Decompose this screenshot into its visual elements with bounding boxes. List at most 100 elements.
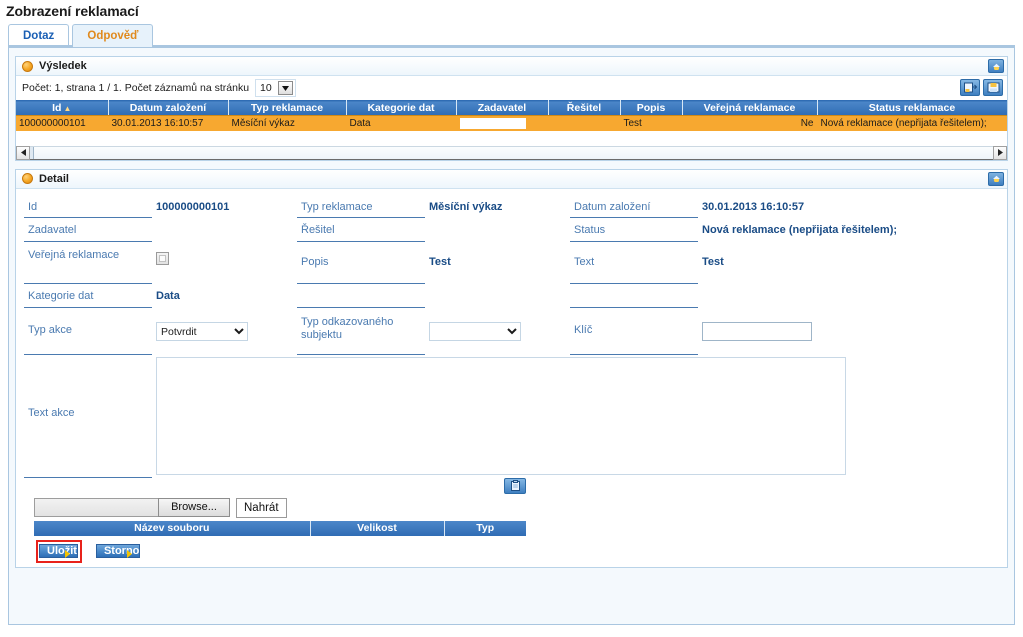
page-size-selector[interactable]: 10	[255, 79, 296, 97]
cell-datum-zalozeni: 30.01.2013 16:10:57	[108, 115, 229, 131]
col-header-datum-zalozeni[interactable]: Datum založení	[108, 100, 229, 116]
file-col-typ[interactable]: Typ	[444, 520, 526, 536]
spacer-label-a	[297, 284, 425, 309]
cancel-button[interactable]: Storno	[95, 543, 141, 558]
detail-row-text-akce: Text akce	[24, 355, 999, 478]
result-count-info: Počet: 1, strana 1 / 1. Počet záznamů na…	[22, 82, 250, 94]
value-status: Nová reklamace (nepřijata řešitelem);	[702, 224, 898, 237]
save-button-highlight: Uložit	[36, 539, 82, 563]
panel-bullet-icon	[22, 173, 33, 184]
scroll-thumb[interactable]	[30, 146, 34, 159]
chevron-down-icon[interactable]	[277, 81, 293, 95]
result-grid-filler	[16, 130, 1007, 145]
export-xml-icon[interactable]	[960, 79, 980, 96]
tab-bar: Dotaz Odpověď	[0, 24, 1023, 47]
col-label-id: Id	[52, 102, 62, 114]
content-frame: Výsledek Počet: 1, strana 1 / 1. Počet z…	[8, 47, 1015, 625]
file-col-velikost[interactable]: Velikost	[310, 520, 445, 536]
value-popis: Test	[429, 255, 451, 268]
value-verejna-reklamace	[152, 242, 297, 285]
collapse-up-icon	[992, 63, 1000, 70]
collapse-up-icon	[992, 175, 1000, 182]
value-zadavatel	[152, 218, 297, 242]
label-popis: Popis	[297, 242, 425, 285]
scroll-track[interactable]	[30, 145, 993, 160]
label-typ-akce: Typ akce	[24, 308, 152, 355]
label-text-akce: Text akce	[24, 355, 152, 478]
cell-zadavatel	[456, 115, 549, 131]
cancel-button-label: Storno	[103, 544, 140, 557]
value-klic	[698, 308, 999, 355]
result-export-buttons	[960, 79, 1003, 96]
page-title: Zobrazení reklamací	[6, 3, 139, 19]
file-table-header-row: Název souboru Velikost Typ	[34, 520, 526, 536]
upload-button[interactable]: Nahrát	[236, 497, 287, 518]
save-button[interactable]: Uložit	[39, 543, 78, 558]
detail-row-5: Typ akce Potvrdit Typ odkazovaného subje…	[24, 308, 999, 355]
verejna-reklamace-checkbox[interactable]	[156, 251, 169, 265]
col-header-typ-reklamace[interactable]: Typ reklamace	[228, 100, 347, 116]
result-grid-header-row: Id ▲ Datum založení Typ reklamace Kategor…	[16, 100, 1007, 116]
label-klic: Klíč	[570, 308, 698, 355]
export-save-icon[interactable]	[983, 79, 1003, 96]
value-typ-akce: Potvrdit	[152, 308, 297, 355]
detail-panel-header: Detail	[16, 169, 1007, 189]
detail-panel-title: Detail	[39, 172, 69, 185]
klic-input[interactable]	[702, 322, 812, 342]
tab-dotaz[interactable]: Dotaz	[8, 24, 70, 47]
cell-typ-reklamace: Měsíční výkaz	[228, 115, 347, 131]
label-typ-reklamace: Typ reklamace	[297, 195, 425, 219]
col-header-verejna-reklamace[interactable]: Veřejná reklamace	[682, 100, 818, 116]
typ-akce-select[interactable]: Potvrdit	[156, 322, 248, 342]
value-text-akce	[152, 355, 846, 478]
col-header-popis[interactable]: Popis	[620, 100, 683, 116]
label-kategorie-dat: Kategorie dat	[24, 284, 152, 309]
typ-odkazovaneho-subjektu-select[interactable]	[429, 322, 521, 342]
detail-form: Id 100000000101 Typ reklamace Měsíční vý…	[16, 188, 1007, 567]
col-header-status-reklamace[interactable]: Status reklamace	[817, 100, 1007, 116]
clipboard-paste-icon[interactable]	[504, 477, 526, 494]
file-path-field[interactable]	[34, 498, 158, 518]
save-button-label: Uložit	[47, 544, 77, 557]
sort-asc-icon: ▲	[63, 104, 72, 113]
result-panel: Výsledek Počet: 1, strana 1 / 1. Počet z…	[15, 56, 1008, 161]
col-header-kategorie-dat[interactable]: Kategorie dat	[346, 100, 457, 116]
col-header-id[interactable]: Id ▲	[16, 100, 109, 116]
scroll-left-icon[interactable]	[16, 145, 30, 160]
label-status: Status	[570, 218, 698, 242]
label-typ-odkazovaneho-subjektu: Typ odkazovaného subjektu	[297, 308, 425, 355]
table-row[interactable]: 100000000101 30.01.2013 16:10:57 Měsíční…	[16, 115, 1007, 131]
result-grid: Id ▲ Datum založení Typ reklamace Kategor…	[16, 100, 1007, 131]
spacer-value-a	[425, 284, 570, 308]
col-header-zadavatel[interactable]: Zadavatel	[456, 100, 549, 116]
detail-collapse-button[interactable]	[988, 171, 1004, 186]
action-buttons: Uložit Storno	[24, 536, 999, 563]
label-verejna-reklamace: Veřejná reklamace	[24, 242, 152, 285]
cancel-button-wrap: Storno	[95, 543, 141, 560]
result-panel-title: Výsledek	[39, 60, 87, 72]
value-typ-reklamace: Měsíční výkaz	[429, 200, 503, 213]
label-resitel: Řešitel	[297, 218, 425, 242]
arrow-right-icon	[64, 549, 70, 558]
result-horizontal-scrollbar[interactable]	[16, 144, 1007, 160]
file-picker[interactable]: Browse...	[34, 498, 230, 518]
page-size-value: 10	[260, 82, 272, 94]
text-akce-textarea[interactable]	[156, 356, 846, 475]
arrow-right-icon	[127, 549, 133, 558]
value-kategorie-dat: Data	[156, 290, 180, 303]
scroll-right-icon[interactable]	[993, 145, 1007, 160]
value-resitel	[425, 218, 570, 242]
file-upload-row: Browse... Nahrát	[24, 496, 999, 521]
col-header-resitel[interactable]: Řešitel	[548, 100, 621, 116]
cell-verejna-reklamace: Ne	[682, 115, 818, 131]
label-datum-zalozeni: Datum založení	[570, 195, 698, 219]
result-panel-header: Výsledek	[16, 57, 1007, 76]
spacer-value-b	[698, 284, 999, 308]
value-text: Test	[702, 255, 724, 268]
file-col-nazev-souboru[interactable]: Název souboru	[34, 520, 311, 536]
cell-popis: Test	[620, 115, 683, 131]
browse-button[interactable]: Browse...	[158, 498, 230, 518]
result-toolbar: Počet: 1, strana 1 / 1. Počet záznamů na…	[16, 76, 1007, 100]
tab-odpoved[interactable]: Odpověď	[72, 24, 154, 47]
result-collapse-button[interactable]	[988, 59, 1004, 73]
